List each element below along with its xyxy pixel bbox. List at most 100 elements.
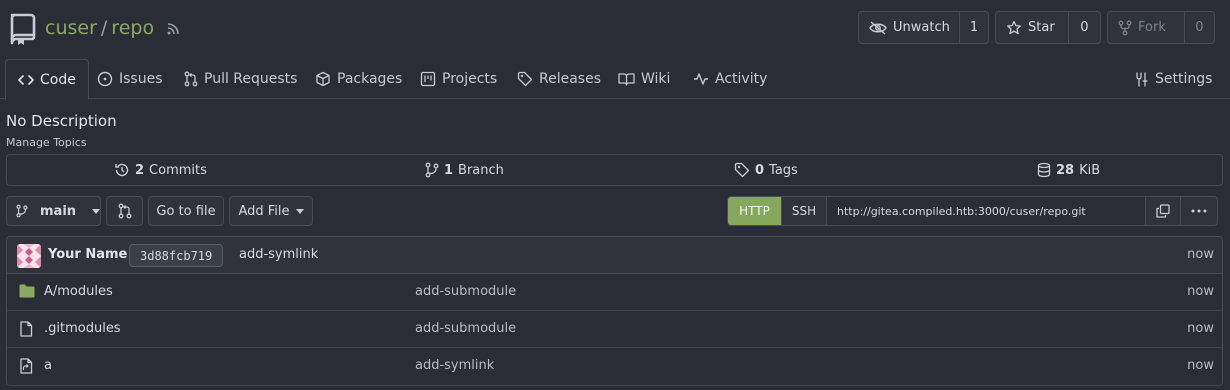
tab-wiki-label: Wiki	[641, 71, 671, 87]
tags-label: Tags	[769, 162, 798, 178]
issue-icon	[97, 71, 113, 87]
watch-button-label-area[interactable]: Unwatch	[859, 12, 959, 43]
package-icon	[315, 71, 331, 87]
branch-icon	[16, 204, 28, 218]
folder-icon	[19, 284, 35, 298]
clone-url-input[interactable]: http://gitea.compiled.htb:3000/cuser/rep…	[826, 197, 1145, 225]
file-name[interactable]: A/modules	[44, 284, 113, 299]
repo-tabs: Code Issues Pull Requests Packages Proje…	[0, 59, 1230, 100]
file-name[interactable]: .gitmodules	[44, 321, 121, 336]
tools-icon	[1133, 71, 1149, 87]
tab-pull-requests-label: Pull Requests	[204, 71, 298, 87]
tags-stat[interactable]: 0 Tags	[734, 155, 798, 185]
tab-projects-label: Projects	[442, 71, 498, 87]
fork-button-label-area[interactable]: Fork	[1108, 12, 1184, 43]
fork-label: Fork	[1138, 20, 1166, 35]
tag-icon	[517, 71, 533, 87]
tab-wiki[interactable]: Wiki	[618, 59, 670, 99]
clone-ssh-button[interactable]: SSH	[781, 197, 826, 225]
file-time: now	[1187, 358, 1214, 373]
copy-url-button[interactable]	[1145, 197, 1180, 225]
file-row[interactable]: .gitmodules add-submodule now	[7, 311, 1222, 348]
tab-projects[interactable]: Projects	[420, 59, 497, 99]
repo-icon	[9, 13, 37, 45]
size-unit: KiB	[1079, 162, 1101, 178]
clone-http-button[interactable]: HTTP	[728, 197, 781, 225]
repo-stats-bar: 2 Commits 1 Branch 0 Tags 28 KiB	[6, 154, 1223, 186]
star-button[interactable]: Star 0	[995, 11, 1101, 44]
pulse-icon	[693, 72, 709, 86]
commit-message[interactable]: add-symlink	[239, 247, 318, 262]
compare-button[interactable]	[106, 196, 143, 226]
tab-issues-label: Issues	[119, 71, 163, 87]
tab-pull-requests[interactable]: Pull Requests	[184, 59, 297, 99]
file-row[interactable]: A/modules add-submodule now	[7, 274, 1222, 311]
compare-icon	[118, 203, 132, 219]
clone-panel: HTTP SSH http://gitea.compiled.htb:3000/…	[727, 196, 1218, 226]
branch-selector[interactable]: main	[6, 196, 101, 226]
commit-sha-button[interactable]: 3d88fcb719	[129, 244, 224, 267]
tab-settings[interactable]: Settings	[1133, 59, 1212, 99]
star-label: Star	[1028, 20, 1055, 35]
size-stat: 28 KiB	[1037, 155, 1100, 185]
tab-issues[interactable]: Issues	[97, 59, 163, 99]
file-commit-message[interactable]: add-submodule	[415, 284, 516, 299]
branches-stat[interactable]: 1 Branch	[425, 155, 504, 185]
clone-more-button[interactable]	[1180, 197, 1217, 225]
commit-time: now	[1187, 247, 1214, 262]
eye-closed-icon	[869, 20, 887, 35]
rss-icon[interactable]	[166, 20, 182, 36]
history-icon	[114, 162, 130, 178]
book-icon	[618, 72, 635, 86]
watch-button[interactable]: Unwatch 1	[858, 11, 989, 44]
repo-description: No Description	[6, 112, 117, 130]
branch-name: main	[40, 203, 77, 219]
repo-header: cuser / repo Unwatch 1 Star 0 Fork 0	[0, 0, 1230, 57]
fork-button[interactable]: Fork 0	[1107, 11, 1215, 44]
code-icon	[18, 73, 34, 87]
star-button-label-area[interactable]: Star	[996, 12, 1068, 43]
file-commit-message[interactable]: add-submodule	[415, 321, 516, 336]
caret-down-icon	[295, 208, 304, 214]
tab-settings-label: Settings	[1155, 71, 1213, 87]
repo-name-link[interactable]: repo	[111, 17, 154, 39]
tab-code-label: Code	[40, 71, 76, 88]
repo-title-separator: /	[100, 17, 108, 39]
tab-code[interactable]: Code	[5, 59, 89, 100]
symlink-icon	[19, 358, 33, 374]
commits-stat[interactable]: 2 Commits	[114, 155, 207, 185]
repo-title: cuser / repo	[45, 16, 154, 40]
star-count[interactable]: 0	[1067, 12, 1100, 43]
star-icon	[1006, 20, 1022, 36]
file-name[interactable]: a	[44, 358, 52, 373]
manage-topics-link[interactable]: Manage Topics	[6, 136, 87, 149]
watch-count[interactable]: 1	[959, 12, 988, 43]
commits-label: Commits	[149, 162, 207, 178]
watch-label: Unwatch	[893, 20, 950, 35]
kebab-horizontal-icon	[1191, 209, 1207, 213]
file-commit-message[interactable]: add-symlink	[415, 358, 494, 373]
tab-packages-label: Packages	[337, 71, 403, 87]
tab-packages[interactable]: Packages	[315, 59, 402, 99]
tab-releases-label: Releases	[539, 71, 601, 87]
file-list: Your Name 3d88fcb719 add-symlink now A/m…	[6, 236, 1223, 386]
add-file-dropdown[interactable]: Add File	[229, 196, 313, 226]
database-icon	[1037, 162, 1051, 178]
branches-count: 1	[444, 162, 454, 178]
tag-icon	[734, 162, 750, 178]
tab-activity[interactable]: Activity	[693, 59, 767, 99]
go-to-file-button[interactable]: Go to file	[148, 196, 224, 226]
copy-icon	[1156, 204, 1170, 218]
avatar[interactable]	[17, 244, 41, 268]
file-time: now	[1187, 284, 1214, 299]
branch-icon	[425, 162, 439, 178]
tab-activity-label: Activity	[715, 71, 768, 87]
repo-owner-link[interactable]: cuser	[45, 17, 97, 39]
tab-releases[interactable]: Releases	[517, 59, 601, 99]
pull-request-icon	[184, 71, 198, 87]
commit-author[interactable]: Your Name	[48, 247, 127, 262]
file-row[interactable]: a add-symlink now	[7, 348, 1222, 385]
fork-icon	[1118, 20, 1132, 36]
fork-count[interactable]: 0	[1183, 12, 1214, 43]
file-icon	[19, 321, 33, 337]
